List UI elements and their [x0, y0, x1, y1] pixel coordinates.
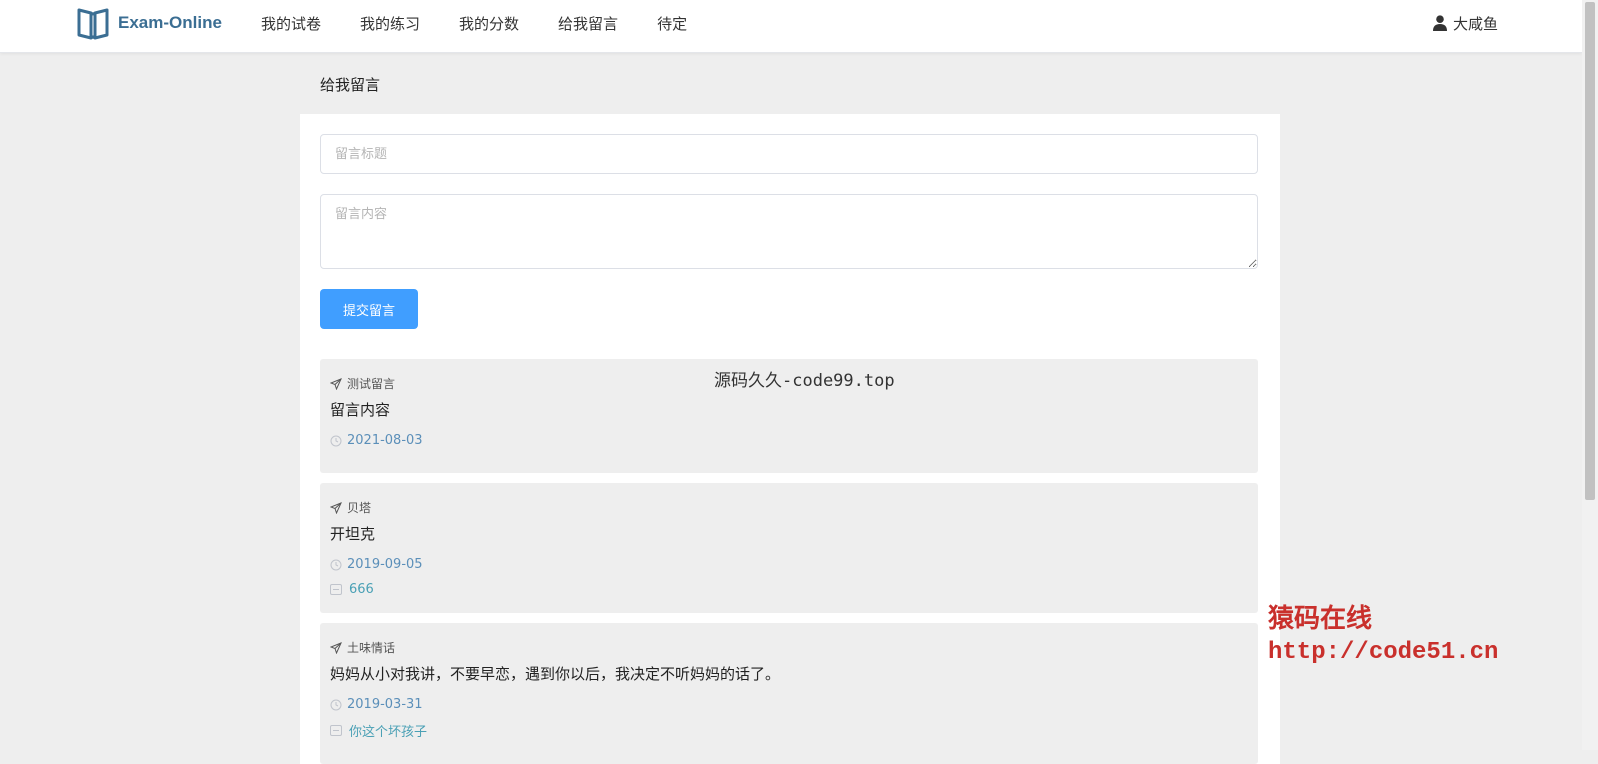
comment-icon	[330, 584, 342, 595]
message-card: 贝塔 开坦克 2019-09-05 666	[320, 483, 1258, 613]
nav-item-my-papers[interactable]: 我的试卷	[261, 13, 321, 34]
watermark-corner-url: http://code51.cn	[1268, 639, 1499, 666]
nav-item-leave-message[interactable]: 给我留言	[558, 13, 618, 34]
message-date: 2019-03-31	[330, 697, 423, 712]
watermark-center: 源码久久-code99.top	[714, 371, 895, 391]
submit-message-button[interactable]: 提交留言	[320, 289, 418, 329]
comment-icon	[330, 725, 342, 736]
message-header: 测试留言	[330, 375, 395, 392]
message-card: 土味情话 妈妈从小对我讲，不要早恋，遇到你以后，我决定不听妈妈的话了。 2019…	[320, 623, 1258, 764]
paper-plane-icon	[330, 641, 342, 654]
message-content: 留言内容	[330, 401, 391, 419]
clock-icon	[330, 699, 342, 710]
message-date: 2019-09-05	[330, 557, 423, 572]
user-name: 大咸鱼	[1452, 14, 1498, 33]
message-date-text: 2019-03-31	[347, 697, 423, 712]
message-date-text: 2019-09-05	[347, 557, 423, 572]
message-reply-text: 666	[349, 582, 374, 597]
main-nav: 我的试卷 我的练习 我的分数 给我留言 待定	[261, 0, 726, 46]
message-content-input[interactable]	[320, 194, 1258, 269]
message-header: 贝塔	[330, 499, 371, 516]
message-date-text: 2021-08-03	[347, 433, 423, 448]
open-book-icon	[77, 8, 109, 40]
scrollbar-thumb[interactable]	[1585, 2, 1595, 500]
brand-name: Exam-Online	[118, 13, 222, 32]
message-date: 2021-08-03	[330, 433, 423, 448]
message-reply: 你这个坏孩子	[330, 721, 427, 740]
nav-item-pending[interactable]: 待定	[657, 13, 687, 34]
message-panel: 提交留言 测试留言 留言内容 2021-08-03 贝塔 开坦	[300, 114, 1280, 764]
top-navbar: Exam-Online 我的试卷 我的练习 我的分数 给我留言 待定 大咸鱼	[0, 0, 1582, 53]
user-menu[interactable]: 大咸鱼	[1432, 0, 1498, 46]
nav-item-my-scores[interactable]: 我的分数	[459, 13, 519, 34]
paper-plane-icon	[330, 377, 342, 390]
watermark-corner-cn: 猿码在线	[1268, 604, 1373, 634]
message-content: 妈妈从小对我讲，不要早恋，遇到你以后，我决定不听妈妈的话了。	[330, 665, 781, 683]
paper-plane-icon	[330, 501, 342, 514]
brand-logo[interactable]: Exam-Online	[76, 6, 222, 40]
user-icon	[1432, 15, 1447, 31]
message-title: 土味情话	[347, 641, 396, 655]
message-title: 贝塔	[347, 501, 372, 515]
message-header: 土味情话	[330, 639, 395, 656]
message-title-input[interactable]	[320, 134, 1258, 174]
message-content: 开坦克	[330, 525, 376, 543]
message-reply: 666	[330, 582, 374, 597]
vertical-scrollbar[interactable]	[1582, 0, 1598, 750]
clock-icon	[330, 559, 342, 570]
page-title: 给我留言	[320, 76, 381, 94]
watermark-corner: 猿码在线 http://code51.cn	[1268, 602, 1498, 670]
clock-icon	[330, 435, 342, 446]
message-title: 测试留言	[347, 377, 396, 391]
message-reply-text: 你这个坏孩子	[349, 725, 428, 740]
nav-item-my-practice[interactable]: 我的练习	[360, 13, 420, 34]
